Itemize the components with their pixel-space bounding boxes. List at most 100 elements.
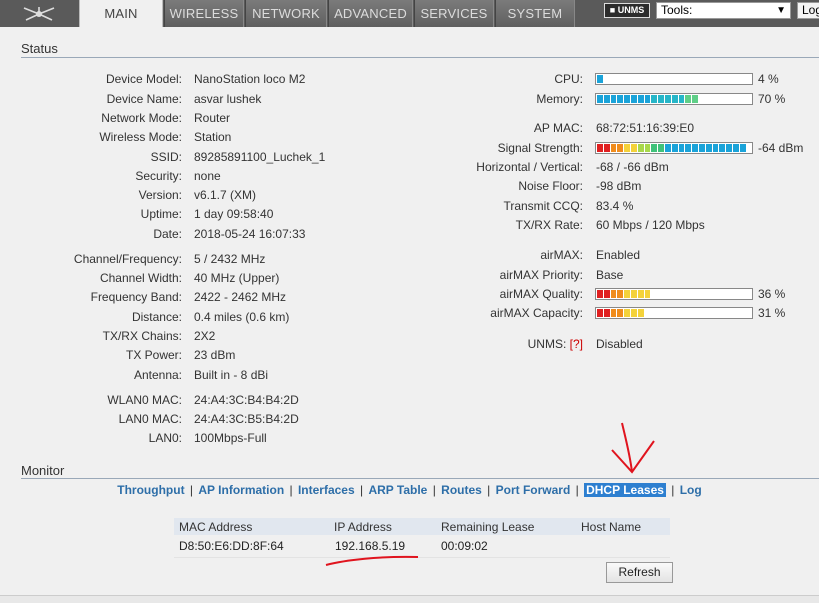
airmax-capacity-value: 31 % [758, 306, 786, 320]
status-label: TX Power: [125, 348, 182, 362]
tab-main[interactable]: MAIN [79, 0, 163, 29]
bar-segment [603, 290, 610, 298]
cell-lease: 00:09:02 [436, 535, 576, 558]
cpu-value: 4 % [758, 72, 779, 86]
bar-segment [678, 144, 685, 152]
bar-segment [698, 144, 705, 152]
chevron-down-icon: ▼ [776, 5, 786, 16]
tab-wireless[interactable]: WIRELESS [164, 0, 244, 27]
bar-segment [713, 309, 719, 317]
link-separator: | [572, 483, 583, 497]
status-label: WLAN0 MAC: [107, 393, 182, 407]
status-label: Date: [153, 227, 182, 241]
bar-segment [739, 144, 746, 152]
bar-segment [631, 75, 637, 83]
unms-status-label: UNMS: [?] [390, 337, 583, 351]
unms-label-text: UNMS: [527, 337, 567, 351]
link-separator: | [483, 483, 494, 497]
bar-segment [637, 144, 644, 152]
bar-segment [658, 290, 664, 298]
status-value: 0.4 miles (0.6 km) [194, 310, 290, 324]
status-value: 89285891100_Luchek_1 [194, 150, 326, 164]
table-row: D8:50:E6:DD:8F:64 192.168.5.19 00:09:02 [174, 535, 670, 558]
unms-logo-icon: ■ [609, 5, 618, 15]
bar-segment [706, 290, 712, 298]
tab-services[interactable]: SERVICES [414, 0, 494, 27]
bar-segment [740, 95, 746, 103]
logout-button[interactable]: Log [797, 2, 819, 19]
cpu-label: CPU: [554, 72, 583, 86]
bar-segment [651, 309, 657, 317]
bar-segment [624, 290, 630, 298]
bar-segment [699, 290, 705, 298]
bar-segment [617, 144, 624, 152]
bar-segment [685, 75, 691, 83]
status-value: 2422 - 2462 MHz [194, 290, 287, 304]
bar-segment [719, 309, 725, 317]
col-ip-address[interactable]: IP Address [329, 518, 436, 535]
tab-network[interactable]: NETWORK [245, 0, 327, 27]
bar-segment [678, 95, 685, 103]
ubiquiti-logo-icon [23, 6, 55, 21]
bar-segment [644, 144, 651, 152]
unms-logo[interactable]: ■ UNMS [604, 3, 650, 18]
bar-segment [706, 75, 712, 83]
link-port-forward[interactable]: Port Forward [496, 483, 571, 497]
cell-mac: D8:50:E6:DD:8F:64 [174, 535, 329, 558]
bar-segment [685, 309, 691, 317]
col-mac-address[interactable]: MAC Address [174, 518, 329, 535]
status-label: Device Model: [105, 72, 182, 86]
bar-segment [664, 95, 671, 103]
bar-segment [630, 309, 637, 317]
status-value: 1 day 09:58:40 [194, 207, 274, 221]
link-separator: | [429, 483, 440, 497]
link-log[interactable]: Log [680, 483, 702, 497]
bar-segment [637, 309, 644, 317]
status-value: 5 / 2432 MHz [194, 252, 266, 266]
bar-segment [597, 290, 603, 298]
bar-segment [692, 75, 698, 83]
airmax-quality-label: airMAX Quality: [499, 287, 583, 301]
top-nav-bar: MAIN WIRELESS NETWORK ADVANCED SERVICES … [0, 0, 819, 29]
bar-segment [705, 144, 712, 152]
col-remaining-lease[interactable]: Remaining Lease [436, 518, 576, 535]
tab-system[interactable]: SYSTEM [495, 0, 575, 27]
tab-advanced[interactable]: ADVANCED [328, 0, 413, 27]
status-title: Status [21, 41, 58, 56]
col-host-name[interactable]: Host Name [576, 518, 670, 535]
link-routes[interactable]: Routes [441, 483, 482, 497]
bar-segment [726, 290, 732, 298]
ubiquiti-logo[interactable] [8, 0, 70, 27]
status-label: Distance: [131, 310, 182, 324]
bar-segment [651, 144, 658, 152]
airmax-priority-value: Base [596, 268, 624, 282]
bar-segment [664, 144, 671, 152]
txrx-rate-label: TX/RX Rate: [515, 218, 583, 232]
bar-segment [658, 144, 664, 152]
status-divider [21, 57, 819, 58]
signal-strength-bar [595, 142, 753, 154]
link-ap-information[interactable]: AP Information [198, 483, 284, 497]
status-value: 24:A4:3C:B5:B4:2D [194, 412, 299, 426]
bar-segment [672, 290, 678, 298]
tools-select-value: Tools: [661, 3, 693, 17]
tools-select[interactable]: Tools: ▼ [656, 2, 791, 19]
bar-segment [685, 144, 692, 152]
footer [0, 595, 819, 603]
link-interfaces[interactable]: Interfaces [298, 483, 355, 497]
refresh-button[interactable]: Refresh [606, 562, 673, 583]
bar-segment [671, 144, 678, 152]
unms-help-link[interactable]: [?] [570, 337, 583, 351]
bar-segment [740, 309, 746, 317]
bar-segment [699, 75, 705, 83]
link-separator: | [286, 483, 296, 497]
noise-floor-value: -98 dBm [596, 179, 642, 193]
bar-segment [692, 309, 698, 317]
bar-segment [719, 75, 725, 83]
link-arp-table[interactable]: ARP Table [368, 483, 427, 497]
link-throughput[interactable]: Throughput [117, 483, 184, 497]
noise-floor-label: Noise Floor: [518, 179, 583, 193]
link-dhcp-leases[interactable]: DHCP Leases [584, 483, 666, 497]
bar-segment [692, 144, 698, 152]
dhcp-leases-table: MAC Address IP Address Remaining Lease H… [174, 518, 670, 558]
